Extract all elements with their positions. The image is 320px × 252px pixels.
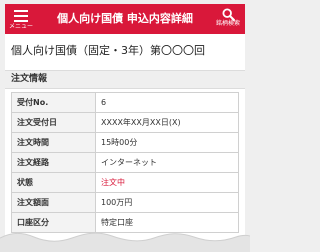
row-label: 注文経路 (11, 152, 96, 173)
header-bar: メニュー 個人向け国債 申込内容詳細 銘柄検索 (5, 4, 245, 34)
table-row: 注文経路 インターネット (11, 152, 239, 173)
row-value: インターネット (95, 152, 239, 173)
menu-button[interactable]: メニュー (9, 7, 33, 31)
search-button[interactable]: 銘柄検索 (215, 7, 241, 31)
table-row: 受付No. 6 (11, 92, 239, 113)
row-value: 15時00分 (95, 132, 239, 153)
table-row: 注文額面 100万円 (11, 192, 239, 213)
row-label: 注文時間 (11, 132, 96, 153)
menu-label: メニュー (9, 23, 34, 30)
row-value: 100万円 (95, 192, 239, 213)
row-value: 6 (95, 92, 239, 113)
table-row: 注文時間 15時00分 (11, 132, 239, 153)
section-title: 注文情報 (11, 74, 48, 84)
row-label: 受付No. (11, 92, 96, 113)
hamburger-icon (14, 10, 28, 22)
app-screen: メニュー 個人向け国債 申込内容詳細 銘柄検索 個人向け国債（固定・3年）第〇〇… (5, 4, 245, 248)
row-value: XXXX年XX月XX日(X) (95, 112, 239, 133)
row-label: 注文額面 (11, 192, 96, 213)
section-header: 注文情報 (5, 70, 245, 89)
search-label: 銘柄検索 (215, 20, 240, 27)
row-label: 状態 (11, 172, 96, 193)
table-row: 注文受付日 XXXX年XX月XX日(X) (11, 112, 239, 133)
torn-edge-decoration (0, 232, 250, 252)
bond-name-heading: 個人向け国債（固定・3年）第〇〇〇回 (11, 44, 205, 57)
status-value: 注文中 (95, 172, 239, 193)
page-title: 個人向け国債 申込内容詳細 (57, 12, 193, 25)
table-row: 状態 注文中 (11, 172, 239, 193)
order-info-table: 受付No. 6 注文受付日 XXXX年XX月XX日(X) 注文時間 15時00分… (11, 92, 239, 233)
row-label: 注文受付日 (11, 112, 96, 133)
